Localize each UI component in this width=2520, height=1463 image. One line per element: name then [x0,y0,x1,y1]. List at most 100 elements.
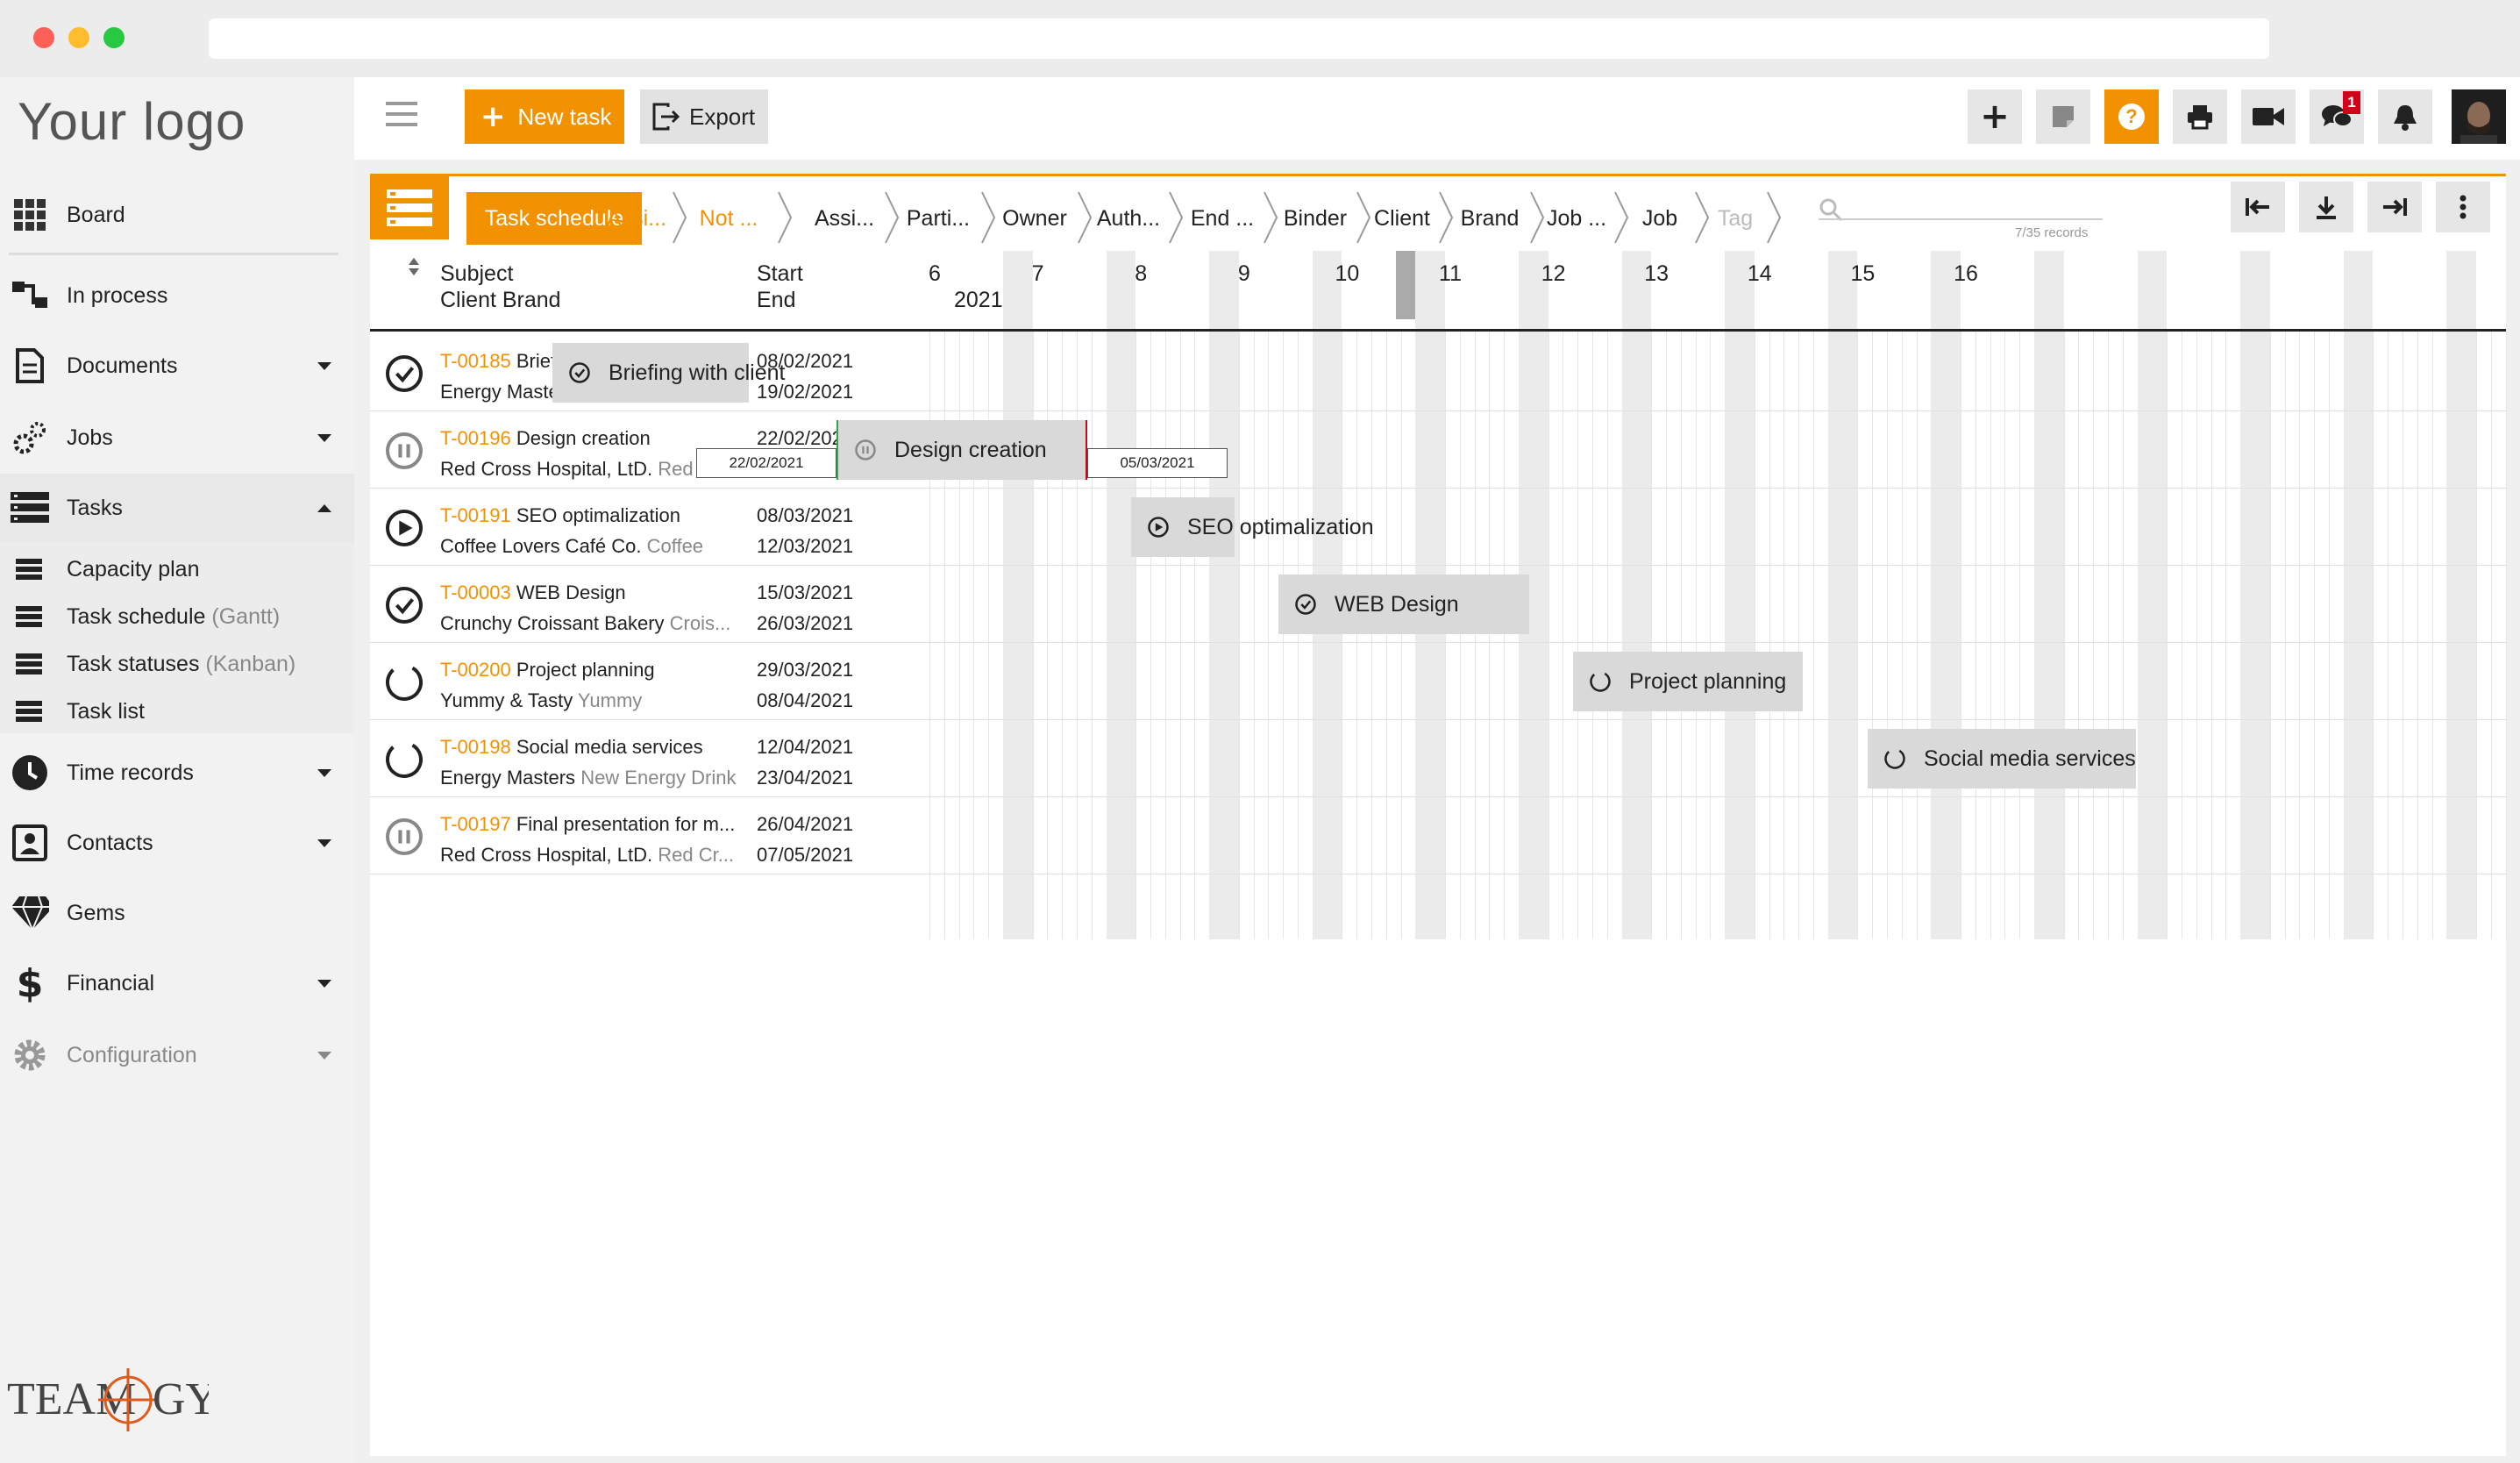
video-call-button[interactable] [2241,89,2296,144]
column-subject[interactable]: Subject [440,261,513,287]
status-done-icon[interactable] [384,585,424,625]
note-button[interactable] [2036,89,2090,144]
sidebar-item-contacts[interactable]: Contacts [0,809,354,877]
gantt-bar[interactable]: Project planning [1573,652,1803,711]
gantt-bar[interactable]: WEB Design [1278,574,1529,634]
table-row[interactable]: T-00198 Social media services Energy Mas… [370,720,2506,797]
status-paused-icon[interactable] [384,431,424,471]
task-title[interactable]: T-00200 Project planning [440,659,655,682]
sidebar-item-in-process[interactable]: In process [0,261,354,330]
table-row[interactable]: T-00191 SEO optimalization Coffee Lovers… [370,489,2506,566]
filter-item[interactable]: Owner [993,192,1077,245]
gem-icon [11,894,49,932]
task-client: Energy Masters New Energy Drink [440,767,738,789]
week-label: 10 [1335,261,1360,286]
task-title[interactable]: T-00191 SEO optimalization [440,504,680,527]
status-done-icon[interactable] [384,353,424,394]
filter-item[interactable]: Binder [1275,192,1356,245]
task-id[interactable]: T-00198 [440,736,511,758]
minimize-window-button[interactable] [68,27,89,48]
task-id[interactable]: T-00197 [440,813,511,835]
plus-icon: + [1980,96,2010,137]
brand-name: Coffee [646,535,704,557]
sidebar-subitem-task-schedule[interactable]: Task schedule (Gantt) [0,593,354,640]
gantt-bar[interactable]: Briefing with client [552,343,785,403]
filter-item[interactable]: End ... [1182,192,1263,245]
task-title[interactable]: T-00198 Social media services [440,736,703,759]
task-id[interactable]: T-00196 [440,427,511,449]
sort-icon[interactable] [407,256,421,277]
status-open-icon[interactable] [384,739,424,780]
task-title[interactable]: T-00003 WEB Design [440,582,626,604]
gantt-bar[interactable]: Design creation [836,420,1087,480]
export-button[interactable]: Export [640,89,768,144]
filter-item[interactable]: Brand [1450,192,1529,245]
sidebar-item-tasks[interactable]: Tasks [0,474,354,542]
task-id[interactable]: T-00200 [440,659,511,681]
chevron-right-icon [778,191,793,244]
filter-item[interactable]: Assi... [805,192,884,245]
sidebar-item-documents[interactable]: Documents [0,332,354,400]
task-id[interactable]: T-00191 [440,504,511,526]
filter-item[interactable]: Assi... [602,192,672,245]
sidebar-subitem-task-list[interactable]: Task list [0,688,354,735]
column-start[interactable]: Start [757,261,803,287]
sidebar-item-label: Time records [67,760,194,785]
chat-button[interactable]: 1 [2310,89,2364,144]
scroll-right-button[interactable] [2367,182,2422,232]
search-input[interactable] [1819,218,2103,220]
sidebar-item-gems[interactable]: Gems [0,879,354,947]
column-end[interactable]: End [757,288,795,313]
sidebar-item-time-records[interactable]: Time records [0,739,354,807]
status-paused-icon[interactable] [384,817,424,857]
sidebar-subitem-task-statuses[interactable]: Task statuses (Kanban) [0,640,354,688]
table-row[interactable]: T-00196 Design creation Red Cross Hospit… [370,411,2506,489]
task-id[interactable]: T-00003 [440,582,511,603]
task-client: Red Cross Hospital, LtD. Red Cr... [440,458,738,481]
gantt-bar[interactable]: SEO optimalization [1131,497,1374,557]
sidebar-item-financial[interactable]: $ Financial [0,949,354,1017]
gantt-header: Subject Client Brand Start End 2021 6 7 8 9… [370,251,2506,332]
filter-item[interactable]: Not ... [680,192,777,245]
filter-item[interactable]: Job [1626,192,1694,245]
sidebar-subitem-capacity-plan[interactable]: Capacity plan [0,546,354,593]
filter-item[interactable]: Auth... [1089,192,1168,245]
help-button[interactable]: ? [2104,89,2159,144]
hamburger-menu-icon[interactable] [386,102,417,128]
status-open-icon[interactable] [384,662,424,703]
sidebar-item-configuration[interactable]: Configuration [0,1021,354,1089]
task-title[interactable]: T-00196 Design creation [440,427,651,450]
filter-item[interactable]: Client [1366,192,1438,245]
table-row[interactable]: T-00200 Project planning Yummy & Tasty Y… [370,643,2506,720]
download-button[interactable] [2299,182,2353,232]
print-button[interactable] [2173,89,2227,144]
view-switch-button[interactable] [370,176,449,239]
week-label: 8 [1135,261,1148,286]
table-row[interactable]: T-00003 WEB Design Crunchy Croissant Bak… [370,566,2506,643]
sidebar-item-jobs[interactable]: Jobs [0,403,354,472]
end-date: 07/05/2021 [757,844,854,866]
filter-item[interactable]: Parti... [896,192,980,245]
task-title[interactable]: T-00197 Final presentation for m... [440,813,735,836]
table-row[interactable]: T-00197 Final presentation for m... Red … [370,797,2506,874]
filter-item[interactable]: Tag [1705,192,1766,245]
table-row[interactable]: T-00185 Briefing with client Energy Mast… [370,334,2506,411]
bar-status-done-icon [1285,593,1326,616]
scroll-left-button[interactable] [2231,182,2285,232]
sidebar-item-board[interactable]: Board [0,181,354,249]
sidebar-subitem-text: Task statuses (Kanban) [67,652,295,677]
avatar[interactable] [2452,89,2506,144]
gantt-bar[interactable]: Social media services [1868,729,2136,789]
close-window-button[interactable] [33,27,54,48]
column-client-brand[interactable]: Client Brand [440,288,561,313]
notifications-button[interactable] [2378,89,2432,144]
filter-item[interactable]: Job ... [1540,192,1613,245]
gantt-panel: Task schedule Assi... Not ... Assi... Parti.… [370,174,2507,1456]
more-options-button[interactable] [2436,182,2490,232]
add-button[interactable]: + [1968,89,2022,144]
maximize-window-button[interactable] [103,27,125,48]
task-id[interactable]: T-00185 [440,350,511,372]
status-running-icon[interactable] [384,508,424,548]
new-task-button[interactable]: + New task [465,89,624,144]
address-bar[interactable] [209,18,2269,59]
